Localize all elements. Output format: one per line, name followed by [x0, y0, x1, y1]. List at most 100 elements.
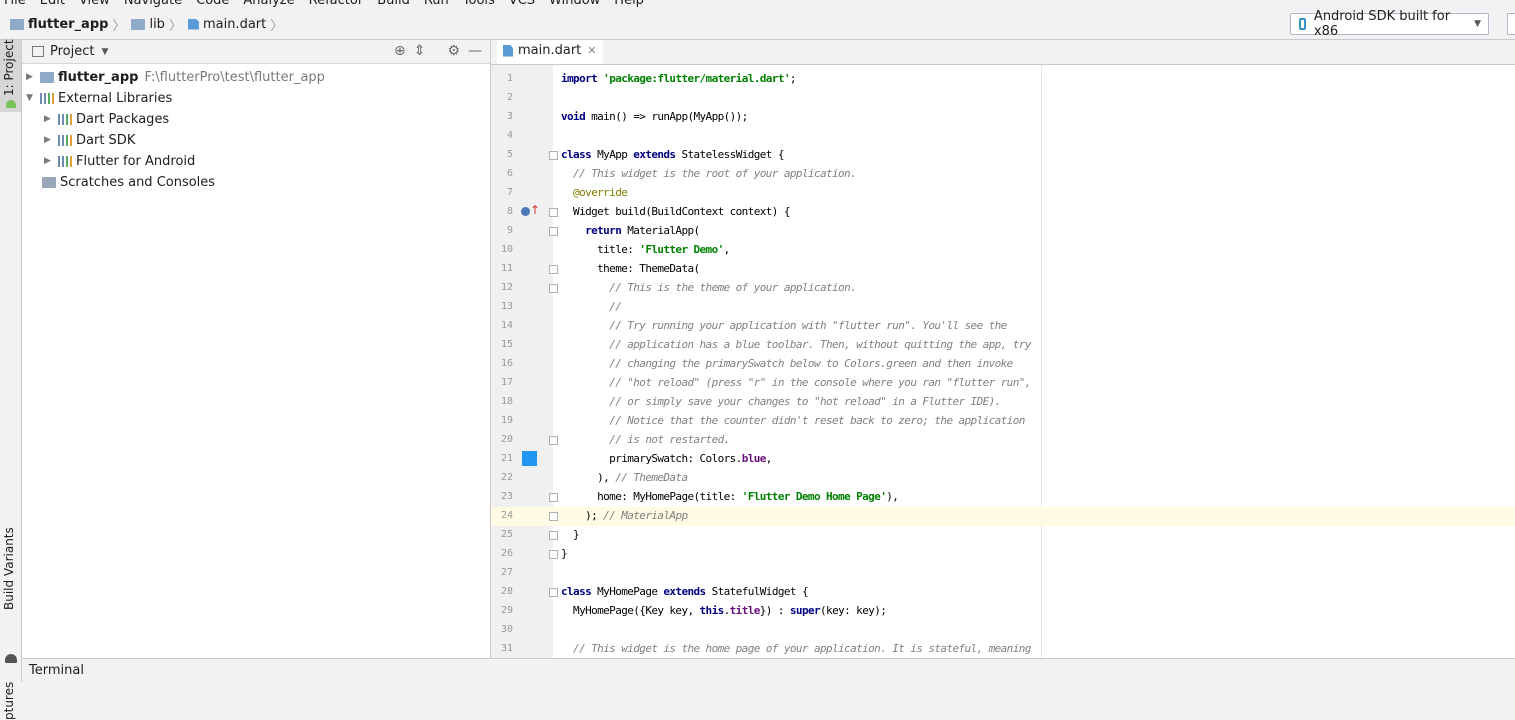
tab-terminal[interactable]: Terminal: [29, 663, 84, 678]
fold-marker-icon[interactable]: [549, 208, 558, 217]
breadcrumb-file[interactable]: main.dart: [203, 17, 266, 32]
breadcrumb-folder[interactable]: lib: [149, 17, 164, 32]
code-line[interactable]: 15 // application has a blue toolbar. Th…: [491, 336, 1515, 355]
chevron-down-icon[interactable]: ▼: [101, 47, 108, 57]
fold-marker-icon[interactable]: [549, 531, 558, 540]
chevron-right-icon[interactable]: ▶: [26, 72, 36, 82]
code-line[interactable]: 29 MyHomePage({Key key, this.title}) : s…: [491, 602, 1515, 621]
code-line[interactable]: 27: [491, 564, 1515, 583]
device-selector[interactable]: Android SDK built for x86 ▼: [1290, 9, 1489, 39]
line-number: 21: [500, 453, 513, 464]
code-line[interactable]: 28 class MyHomePage extends StatefulWidge…: [491, 583, 1515, 602]
minimize-icon[interactable]: —: [468, 43, 482, 59]
line-number: 7: [506, 187, 513, 198]
code-line[interactable]: 13 //: [491, 298, 1515, 317]
fold-marker-icon[interactable]: [549, 588, 558, 597]
color-swatch-icon[interactable]: [522, 451, 537, 466]
code-line[interactable]: 3 void main() => runApp(MyApp());: [491, 108, 1515, 127]
dart-file-icon: [503, 44, 513, 57]
scratches-icon: [42, 176, 56, 188]
tab-build-variants[interactable]: Build Variants: [2, 527, 16, 610]
line-number: 25: [500, 529, 513, 540]
tree-item-scratches[interactable]: Scratches and Consoles: [36, 172, 215, 192]
code-line[interactable]: 17 // "hot reload" (press "r" in the con…: [491, 374, 1515, 393]
code-line[interactable]: 31 // This widget is the home page of yo…: [491, 640, 1515, 659]
code-line[interactable]: 11 theme: ThemeData(: [491, 260, 1515, 279]
line-number: 27: [500, 567, 513, 578]
code-line[interactable]: 21 primarySwatch: Colors.blue,: [491, 450, 1515, 469]
menu-item[interactable]: Analyze: [243, 0, 294, 8]
override-marker-icon[interactable]: [521, 207, 530, 216]
fold-marker-icon[interactable]: [549, 227, 558, 236]
code-line[interactable]: 12 // This is the theme of your applicat…: [491, 279, 1515, 298]
menu-item[interactable]: View: [79, 0, 110, 8]
tree-item-dart-packages[interactable]: ▶ Dart Packages: [44, 109, 169, 129]
fold-marker-icon[interactable]: [549, 550, 558, 559]
code-line[interactable]: 18 // or simply save your changes to "ho…: [491, 393, 1515, 412]
menu-item[interactable]: Run: [424, 0, 449, 8]
code-line[interactable]: 25 }: [491, 526, 1515, 545]
fold-marker-icon[interactable]: [549, 151, 558, 160]
locate-icon[interactable]: ⊕: [394, 43, 406, 59]
code-line[interactable]: 20 // is not restarted.: [491, 431, 1515, 450]
menu-item[interactable]: Tools: [463, 0, 495, 8]
menu-item[interactable]: Edit: [40, 0, 65, 8]
code-line[interactable]: 6 // This widget is the root of your app…: [491, 165, 1515, 184]
line-number: 10: [500, 244, 513, 255]
chevron-right-icon[interactable]: ▶: [44, 114, 54, 124]
tree-item-dart-sdk[interactable]: ▶ Dart SDK: [44, 130, 135, 150]
code-line[interactable]: 9 return MaterialApp(: [491, 222, 1515, 241]
code-line[interactable]: 16 // changing the primarySwatch below t…: [491, 355, 1515, 374]
library-icon: [58, 155, 72, 167]
gear-icon[interactable]: ⚙: [447, 43, 460, 59]
code-line[interactable]: 2: [491, 89, 1515, 108]
folder-icon: [40, 71, 54, 83]
code-line[interactable]: 26}: [491, 545, 1515, 564]
code-line[interactable]: 14 // Try running your application with …: [491, 317, 1515, 336]
code-line[interactable]: 22 ), // ThemeData: [491, 469, 1515, 488]
menu-item[interactable]: Help: [614, 0, 644, 8]
breadcrumb-project[interactable]: flutter_app: [28, 17, 108, 32]
menu-item[interactable]: VCS: [509, 0, 535, 8]
fold-marker-icon[interactable]: [549, 436, 558, 445]
fold-marker-icon[interactable]: [549, 512, 558, 521]
menu-item[interactable]: Refactor: [309, 0, 364, 8]
tab-captures[interactable]: ptures: [2, 682, 16, 720]
code-line[interactable]: 8 ↑ Widget build(BuildContext context) {: [491, 203, 1515, 222]
tab-main-dart[interactable]: main.dart ✕: [497, 40, 603, 64]
chevron-right-icon[interactable]: ▶: [44, 135, 54, 145]
menu-item[interactable]: Navigate: [124, 0, 182, 8]
tree-item-flutter-app[interactable]: ▶ flutter_app F:\flutterPro\test\flutter…: [26, 67, 325, 87]
code-line[interactable]: 4: [491, 127, 1515, 146]
menu-item[interactable]: File: [4, 0, 26, 8]
toolbar-overflow[interactable]: [1507, 13, 1515, 35]
code-line[interactable]: 30: [491, 621, 1515, 640]
line-number: 24: [500, 510, 513, 521]
code-line[interactable]: 19 // Notice that the counter didn't res…: [491, 412, 1515, 431]
fold-marker-icon[interactable]: [549, 493, 558, 502]
line-number: 9: [506, 225, 513, 236]
line-number: 28: [500, 586, 513, 597]
menu-item[interactable]: Build: [377, 0, 410, 8]
code-line[interactable]: 24 ); // MaterialApp: [491, 507, 1515, 526]
code-line[interactable]: 10 title: 'Flutter Demo',: [491, 241, 1515, 260]
code-line[interactable]: 1 import 'package:flutter/material.dart';: [491, 70, 1515, 89]
chevron-down-icon[interactable]: ▼: [26, 93, 36, 103]
line-number: 31: [500, 643, 513, 654]
menu-item[interactable]: Code: [196, 0, 229, 8]
tree-item-flutter-for-android[interactable]: ▶ Flutter for Android: [44, 151, 195, 171]
chevron-right-icon[interactable]: ▶: [44, 156, 54, 166]
line-number: 26: [500, 548, 513, 559]
menu-item[interactable]: Window: [549, 0, 600, 8]
collapse-all-icon[interactable]: ⇕: [414, 43, 426, 59]
code-line[interactable]: 23 home: MyHomePage(title: 'Flutter Demo…: [491, 488, 1515, 507]
tree-item-external-libraries[interactable]: ▼ External Libraries: [26, 88, 172, 108]
code-area[interactable]: 1 import 'package:flutter/material.dart';…: [491, 65, 1515, 658]
close-icon[interactable]: ✕: [587, 44, 596, 57]
code-line[interactable]: 7 @override: [491, 184, 1515, 203]
fold-marker-icon[interactable]: [549, 265, 558, 274]
project-panel-title[interactable]: Project: [50, 44, 94, 59]
fold-marker-icon[interactable]: [549, 284, 558, 293]
tab-project[interactable]: 1: Project: [2, 39, 16, 96]
code-line[interactable]: 5 class MyApp extends StatelessWidget {: [491, 146, 1515, 165]
